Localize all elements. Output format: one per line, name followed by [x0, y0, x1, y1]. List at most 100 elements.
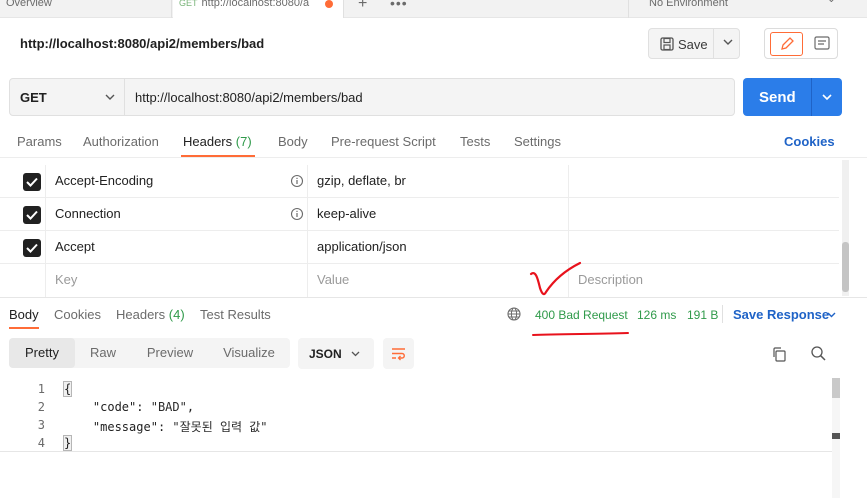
line-number: 2 — [37, 400, 45, 414]
tab-overview[interactable]: Overview — [0, 0, 172, 18]
key-placeholder: Key — [55, 272, 78, 287]
key-cell[interactable]: Accept-Encoding — [46, 165, 308, 198]
header-value: gzip, deflate, br — [317, 173, 406, 188]
environment-select[interactable]: No Environment ⌄ — [628, 0, 842, 18]
response-headers-count: (4) — [168, 307, 185, 322]
table-row: Accept application/json — [0, 231, 839, 264]
header-value: application/json — [317, 239, 407, 254]
chevron-down-icon — [351, 351, 360, 357]
view-pretty-button[interactable]: Pretty — [9, 338, 75, 368]
send-button[interactable]: Send — [743, 78, 842, 116]
key-cell[interactable]: Accept — [46, 231, 308, 264]
open-brace: { — [62, 381, 73, 397]
table-row: Accept-Encoding gzip, deflate, br — [0, 165, 839, 198]
tab-params[interactable]: Params — [17, 134, 62, 149]
description-cell[interactable] — [569, 231, 839, 264]
pane-divider[interactable] — [0, 297, 867, 298]
value-cell[interactable]: application/json — [308, 231, 569, 264]
search-icon[interactable] — [810, 345, 827, 362]
info-icon[interactable] — [290, 174, 304, 188]
value-placeholder: Value — [317, 272, 350, 287]
save-response-button[interactable]: Save Response — [733, 307, 829, 322]
json-value-message: "잘못된 입력 값" — [172, 420, 268, 434]
view-raw-button[interactable]: Raw — [75, 338, 131, 368]
headers-scrollbar[interactable] — [842, 160, 849, 296]
scrollbar-thumb[interactable] — [842, 242, 849, 292]
chevron-down-icon[interactable] — [820, 90, 834, 104]
new-key-input[interactable]: Key — [46, 264, 308, 297]
description-cell[interactable] — [569, 165, 839, 198]
response-tab-headers[interactable]: Headers (4) — [116, 307, 185, 322]
request-title[interactable]: http://localhost:8080/api2/members/bad — [20, 36, 264, 51]
json-value-code: "BAD" — [150, 400, 187, 414]
chevron-down-icon[interactable] — [826, 309, 837, 320]
chevron-down-icon[interactable] — [721, 35, 735, 49]
description-cell[interactable] — [569, 198, 839, 231]
chevron-down-icon — [105, 94, 115, 100]
new-value-input[interactable]: Value — [308, 264, 569, 297]
tab-body[interactable]: Body — [278, 134, 308, 149]
tab-tests[interactable]: Tests — [460, 134, 490, 149]
pencil-icon — [781, 37, 794, 50]
editor-current-line-border — [0, 451, 840, 452]
method-select[interactable]: GET — [10, 79, 125, 115]
response-time[interactable]: 126 ms — [637, 308, 676, 322]
tab-settings[interactable]: Settings — [514, 134, 561, 149]
editor-scrollbar[interactable] — [832, 378, 840, 498]
status-code[interactable]: 400 Bad Request — [535, 308, 628, 322]
edit-mode-button[interactable] — [770, 32, 803, 56]
tab-authorization[interactable]: Authorization — [83, 134, 159, 149]
mode-toggle — [764, 28, 838, 59]
header-checkbox[interactable] — [23, 173, 41, 191]
method-label: GET — [20, 90, 47, 105]
more-tabs-button[interactable]: ••• — [390, 0, 408, 11]
info-icon[interactable] — [290, 207, 304, 221]
save-button[interactable]: Save — [648, 28, 740, 59]
code-line-1: { — [62, 381, 73, 397]
response-headers-label: Headers — [116, 307, 166, 322]
checkmark-icon — [26, 177, 38, 187]
response-tab-cookies[interactable]: Cookies — [54, 307, 101, 322]
response-tab-body[interactable]: Body — [9, 307, 39, 322]
tab-request-active[interactable]: GET http://localhost:8080/a — [173, 0, 344, 18]
editor-scroll-marker — [832, 433, 840, 439]
value-cell[interactable]: keep-alive — [308, 198, 569, 231]
header-checkbox[interactable] — [23, 206, 41, 224]
response-size[interactable]: 191 B — [687, 308, 718, 322]
save-icon — [660, 37, 674, 51]
value-cell[interactable]: gzip, deflate, br — [308, 165, 569, 198]
line-number: 4 — [37, 436, 45, 450]
wrap-icon — [392, 348, 405, 361]
copy-icon[interactable] — [771, 346, 787, 362]
tab-headers-count: (7) — [235, 134, 252, 149]
documentation-button[interactable] — [809, 32, 835, 56]
send-divider — [811, 78, 812, 116]
editor-scrollbar-thumb[interactable] — [832, 378, 840, 398]
tab-method: GET — [179, 0, 198, 8]
format-select[interactable]: JSON — [298, 338, 374, 369]
view-visualize-button[interactable]: Visualize — [209, 338, 289, 368]
new-description-input[interactable]: Description — [569, 264, 839, 297]
tab-headers[interactable]: Headers (7) — [183, 134, 252, 149]
key-cell[interactable]: Connection — [46, 198, 308, 231]
cookies-link[interactable]: Cookies — [784, 134, 835, 149]
tab-prerequest-script[interactable]: Pre-request Script — [331, 134, 436, 149]
line-number: 1 — [37, 382, 45, 396]
code-line-4: } — [62, 435, 73, 451]
response-body-editor[interactable]: 1 2 3 4 { "code": "BAD", "message": "잘못된… — [0, 378, 840, 498]
header-key: Accept-Encoding — [55, 173, 154, 188]
view-preview-button[interactable]: Preview — [131, 338, 209, 368]
new-tab-button[interactable]: + — [358, 0, 367, 13]
globe-icon[interactable] — [507, 307, 521, 321]
checkbox-cell — [0, 264, 46, 297]
url-input[interactable] — [135, 90, 715, 105]
wrap-lines-button[interactable] — [383, 338, 414, 369]
line-number: 3 — [37, 418, 45, 432]
unsaved-dot-icon — [325, 0, 333, 8]
active-response-tab-indicator — [9, 327, 39, 329]
header-key: Connection — [55, 206, 121, 221]
header-checkbox[interactable] — [23, 239, 41, 257]
code-line-2: "code": "BAD", — [92, 400, 195, 414]
format-label: JSON — [309, 347, 342, 361]
response-tab-test-results[interactable]: Test Results — [200, 307, 271, 322]
